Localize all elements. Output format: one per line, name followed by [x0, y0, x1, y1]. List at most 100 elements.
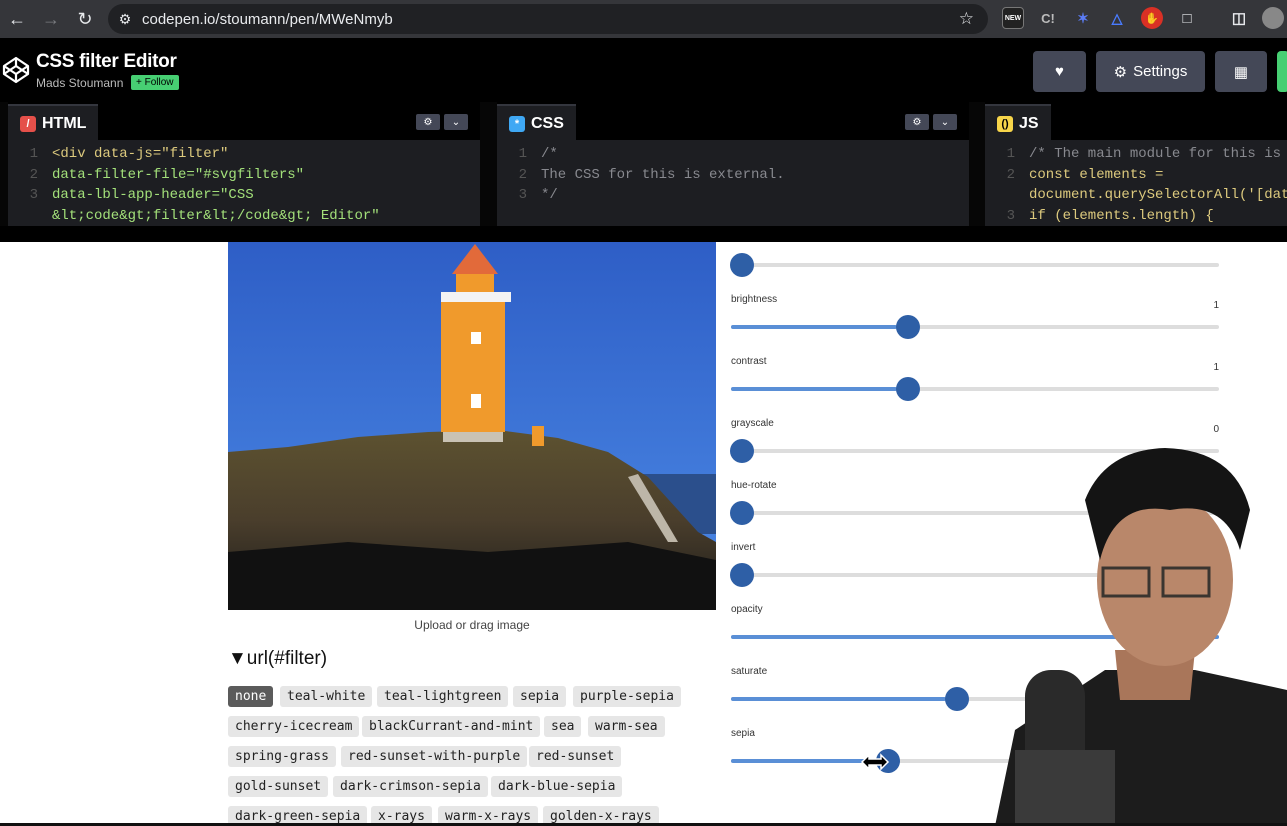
snake-extension-icon[interactable]: ✶: [1072, 7, 1094, 29]
slider-label-grayscale: grayscale: [731, 418, 774, 429]
filter-chip-sepia[interactable]: sepia: [513, 686, 567, 707]
resize-divider[interactable]: [0, 226, 1287, 242]
slider-handle[interactable]: [730, 253, 754, 277]
line-number: 1: [29, 146, 38, 162]
slider-fill: [731, 759, 878, 763]
code-text: /*: [541, 146, 558, 162]
code-line: 2 The CSS for this is external.: [497, 165, 969, 186]
slider-fill: [731, 387, 897, 391]
filter-chip-dark-blue-sepia[interactable]: dark-blue-sepia: [491, 776, 623, 797]
codepen-header: [0, 38, 1287, 102]
pen-author[interactable]: Mads Stoumann: [36, 76, 123, 90]
address-bar[interactable]: ⚙ codepen.io/stoumann/pen/MWeNmyb ☆: [108, 4, 988, 34]
filter-chip-teal-white[interactable]: teal-white: [280, 686, 373, 707]
slider-value-grayscale: 0: [1213, 424, 1219, 435]
slider-track-contrast[interactable]: [731, 377, 1219, 401]
slider-label-opacity: opacity: [731, 604, 763, 615]
filter-chip-blackCurrant-and-mint[interactable]: blackCurrant-and-mint: [362, 716, 541, 737]
line-number: 3: [518, 187, 527, 203]
filter-chip-red-sunset-with-purple[interactable]: red-sunset-with-purple: [341, 746, 528, 767]
code-line: 2 data-filter-file="#svgfilters": [8, 165, 480, 186]
sidepanel-icon[interactable]: ◫: [1228, 7, 1250, 29]
js-editor[interactable]: () JS 1 /* The main module for this is e 2c…: [985, 102, 1287, 226]
slider-track[interactable]: [730, 253, 1219, 277]
filter-chip-gold-sunset[interactable]: gold-sunset: [228, 776, 329, 797]
layout-grid-icon: ▦: [1233, 63, 1249, 81]
html-editor[interactable]: / HTML ⚙ ⌄ 1 <div data-js="filter" 2 data-fi…: [8, 102, 480, 226]
filter-chip-spring-grass[interactable]: spring-grass: [228, 746, 336, 767]
layout-button[interactable]: ▦: [1215, 51, 1267, 92]
heart-button[interactable]: ♥: [1033, 51, 1086, 92]
html-collapse-button[interactable]: ⌄: [444, 114, 468, 130]
filter-chip-cherry-icecream[interactable]: cherry-icecream: [228, 716, 360, 737]
tab-js[interactable]: () JS: [985, 104, 1051, 142]
slider-label-saturate: saturate: [731, 666, 768, 677]
resize-cursor-icon: [860, 753, 890, 771]
c-extension-icon[interactable]: C!: [1037, 7, 1059, 29]
filter-chip-red-sunset[interactable]: red-sunset: [529, 746, 622, 767]
code-text: data-filter-file="#svgfilters": [52, 166, 305, 183]
code-line: 1 /* The main module for this is e: [985, 144, 1287, 165]
codepen-logo-icon[interactable]: [2, 56, 30, 84]
forward-icon[interactable]: →: [34, 0, 68, 38]
upload-label[interactable]: Upload or drag image: [228, 618, 716, 632]
save-button[interactable]: [1277, 51, 1287, 92]
code-text: document.querySelectorAll('[data: [1029, 187, 1287, 203]
css-editor[interactable]: * CSS ⚙ ⌄ 1 /* 2 The CSS for this is externa…: [497, 102, 969, 226]
slider-handle-brightness[interactable]: [895, 315, 920, 339]
slider-label-brightness: brightness: [731, 294, 778, 305]
slider-value-contrast: 1: [1213, 362, 1219, 373]
js-code[interactable]: 1 /* The main module for this is e 2 const …: [985, 142, 1287, 226]
tab-js-label: JS: [1019, 115, 1039, 132]
filter-chip-dark-crimson-sepia[interactable]: dark-crimson-sepia: [333, 776, 488, 797]
slider-fill: [731, 697, 946, 701]
css-settings-button[interactable]: ⚙: [905, 114, 929, 130]
settings-label: Settings: [1133, 63, 1188, 80]
triangle-extension-icon[interactable]: △: [1106, 7, 1128, 29]
filter-chip-purple-sepia[interactable]: purple-sepia: [573, 686, 681, 707]
slider-handle-contrast[interactable]: [895, 377, 920, 401]
filter-chip-warm-sea[interactable]: warm-sea: [588, 716, 665, 737]
css-code[interactable]: 1 /* 2 The CSS for this is external. 3 */: [497, 142, 969, 226]
slider-handle-hue-rotate[interactable]: [730, 501, 754, 525]
line-number: 3: [29, 187, 38, 203]
new-extension-icon[interactable]: NEW: [1002, 7, 1024, 29]
back-icon[interactable]: ←: [0, 0, 34, 38]
slider-fill: [731, 325, 897, 329]
filter-summary[interactable]: ▼url(#filter): [228, 648, 327, 670]
html-settings-button[interactable]: ⚙: [416, 114, 440, 130]
code-text: const elements =: [1029, 166, 1164, 183]
editor-panes: / HTML ⚙ ⌄ 1 <div data-js="filter" 2 data-fi…: [0, 102, 1287, 226]
html-code[interactable]: 1 <div data-js="filter" 2 data-filter-file=…: [8, 142, 480, 226]
bookmark-star-icon[interactable]: ☆: [959, 9, 974, 29]
filter-chip-teal-lightgreen[interactable]: teal-lightgreen: [377, 686, 509, 707]
slider-track-brightness[interactable]: [731, 315, 1219, 339]
slider-handle-grayscale[interactable]: [730, 439, 754, 463]
preview-image[interactable]: [228, 242, 716, 610]
slider-label-hue-rotate: hue-rotate: [731, 480, 777, 491]
code-text: The CSS for this is external.: [541, 166, 785, 183]
line-number: 1: [1006, 146, 1015, 162]
hand-extension-icon[interactable]: ✋: [1141, 7, 1163, 29]
code-text: &lt;code&gt;filter&lt;/code&gt; Editor": [52, 207, 380, 224]
heart-icon: ♥: [1055, 63, 1064, 80]
slider-handle-invert[interactable]: [730, 563, 754, 587]
site-settings-icon[interactable]: ⚙: [108, 11, 142, 28]
line-number: 2: [518, 166, 527, 183]
settings-button[interactable]: ⚙ Settings: [1096, 51, 1205, 92]
tab-html[interactable]: / HTML: [8, 104, 99, 142]
gear-icon: ⚙: [1113, 63, 1128, 81]
css-collapse-button[interactable]: ⌄: [933, 114, 957, 130]
code-line: 1 <div data-js="filter": [8, 144, 480, 165]
tab-css[interactable]: * CSS: [497, 104, 576, 142]
follow-button[interactable]: + Follow: [131, 75, 179, 90]
slider-handle-saturate[interactable]: [944, 687, 969, 711]
filter-chip-sea[interactable]: sea: [544, 716, 582, 737]
filter-chip-none[interactable]: none: [228, 686, 274, 707]
slider-label-sepia: sepia: [731, 728, 755, 739]
code-text: */: [541, 187, 558, 203]
line-number: 2: [29, 166, 38, 183]
puzzle-extensions-icon[interactable]: □: [1176, 7, 1198, 29]
profile-avatar[interactable]: [1262, 7, 1284, 29]
reload-icon[interactable]: ↻: [68, 0, 102, 38]
